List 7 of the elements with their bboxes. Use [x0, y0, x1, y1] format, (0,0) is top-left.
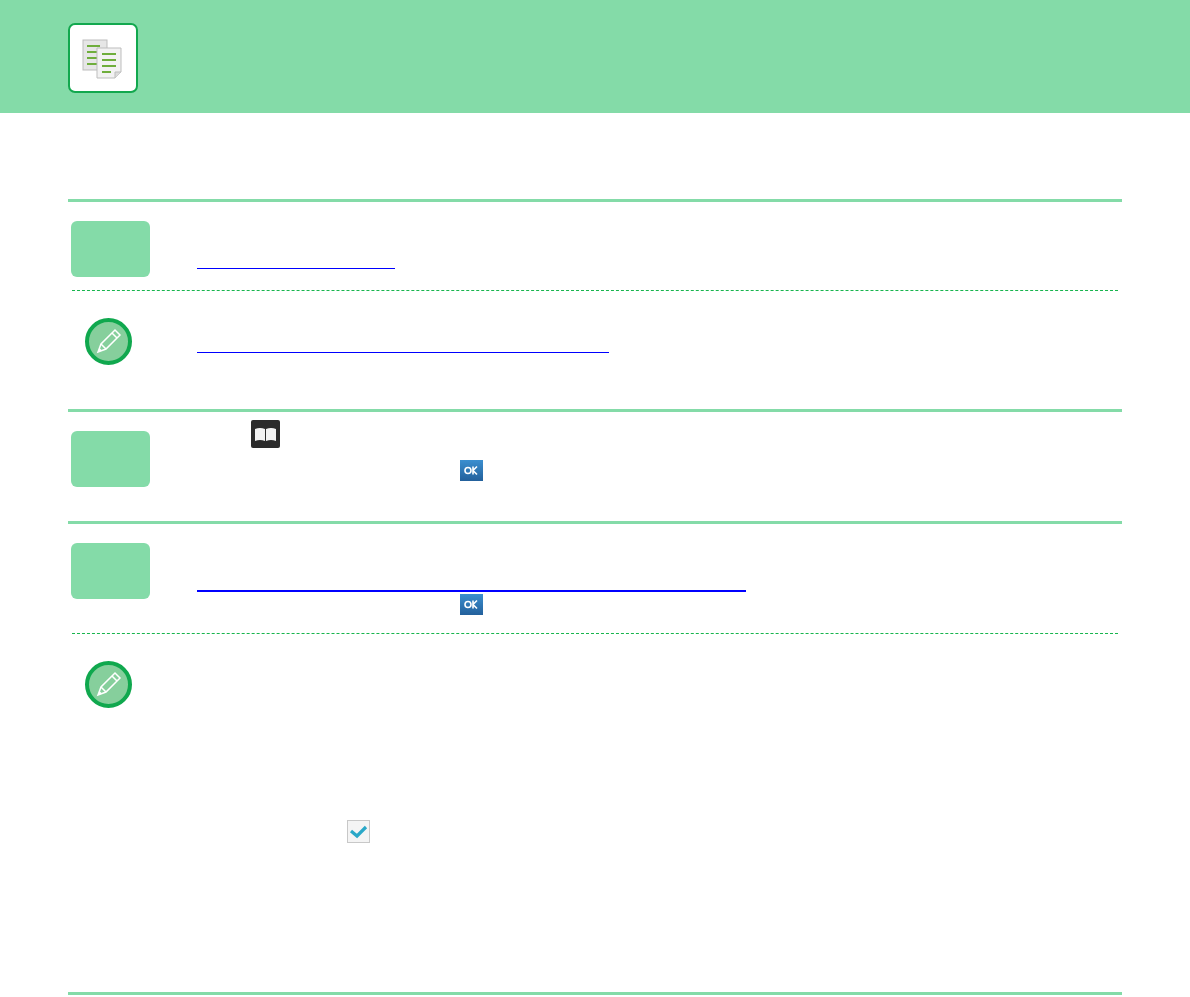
copy-app-icon	[68, 23, 138, 93]
book-icon	[251, 420, 280, 448]
checkbox-check-icon	[347, 820, 370, 843]
pencil-icon	[85, 661, 132, 708]
ok-key-icon	[460, 594, 483, 615]
ok-key-icon	[460, 460, 483, 481]
pencil-icon	[85, 318, 132, 365]
